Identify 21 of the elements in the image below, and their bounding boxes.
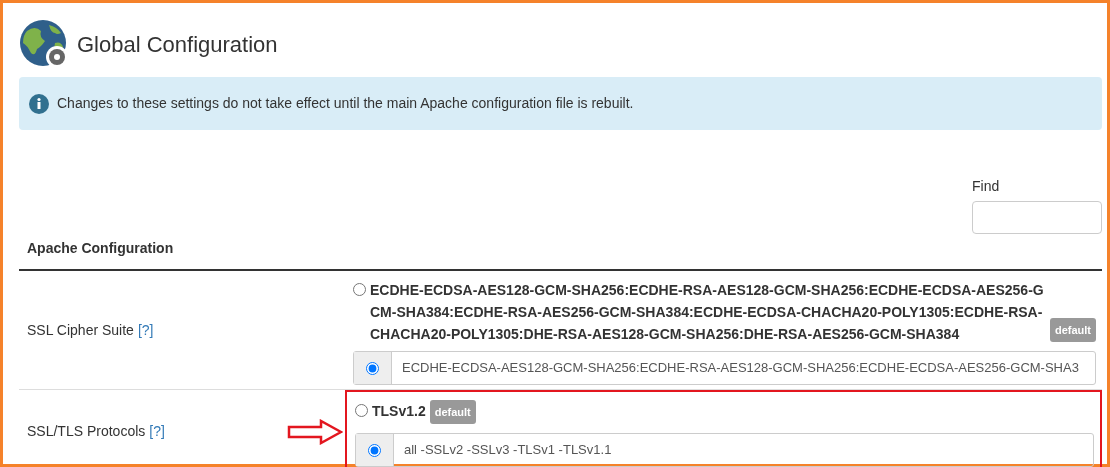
table-heading: Apache Configuration: [19, 238, 1102, 271]
radio-button[interactable]: [368, 443, 381, 457]
page-title: Global Configuration: [77, 30, 278, 59]
default-badge: default: [429, 400, 476, 424]
custom-value-field[interactable]: all -SSLv2 -SSLv3 -TLSv1 -TLSv1.1: [355, 433, 1094, 467]
radio-button[interactable]: [366, 361, 379, 375]
info-icon: [29, 93, 49, 114]
default-badge: default: [1049, 318, 1096, 342]
alert-text: Changes to these settings do not take effect until the main Apache configuration file is rebuilt.: [57, 94, 634, 113]
help-link[interactable]: [?]: [149, 421, 165, 442]
setting-label: SSL Cipher Suite: [27, 320, 134, 340]
option-text: TLSv1.2: [372, 402, 426, 421]
custom-value-field[interactable]: ECDHE-ECDSA-AES128-GCM-SHA256:ECDHE-RSA-AES128-GCM-SHA256:ECDHE-ECDSA-AES256-GCM-SHA3: [353, 351, 1096, 385]
radio-button[interactable]: [353, 283, 366, 296]
radio-button[interactable]: [355, 404, 368, 417]
setting-label: SSL/TLS Protocols: [27, 422, 146, 441]
globe-gear-icon: [19, 19, 69, 69]
option-text: ECDHE-ECDSA-AES128-GCM-SHA256:ECDHE-RSA-AES128-GCM-SHA256:ECDHE-ECDSA-AES256-GCM-SHA384:ECDHE-RSA-AES256-GCM-SHA384:ECDHE-ECDSA-CHACHA20-POLY1305:ECDHE-RSA-CHACHA20-POLY1305:DHE-RSA-AES128-GCM-SHA256:DHE-RSA-AES256-GCM-SHA384: [370, 281, 1045, 344]
find-label: Find: [972, 177, 1001, 196]
find-field[interactable]: [972, 201, 1102, 234]
help-link[interactable]: [?]: [137, 319, 154, 341]
